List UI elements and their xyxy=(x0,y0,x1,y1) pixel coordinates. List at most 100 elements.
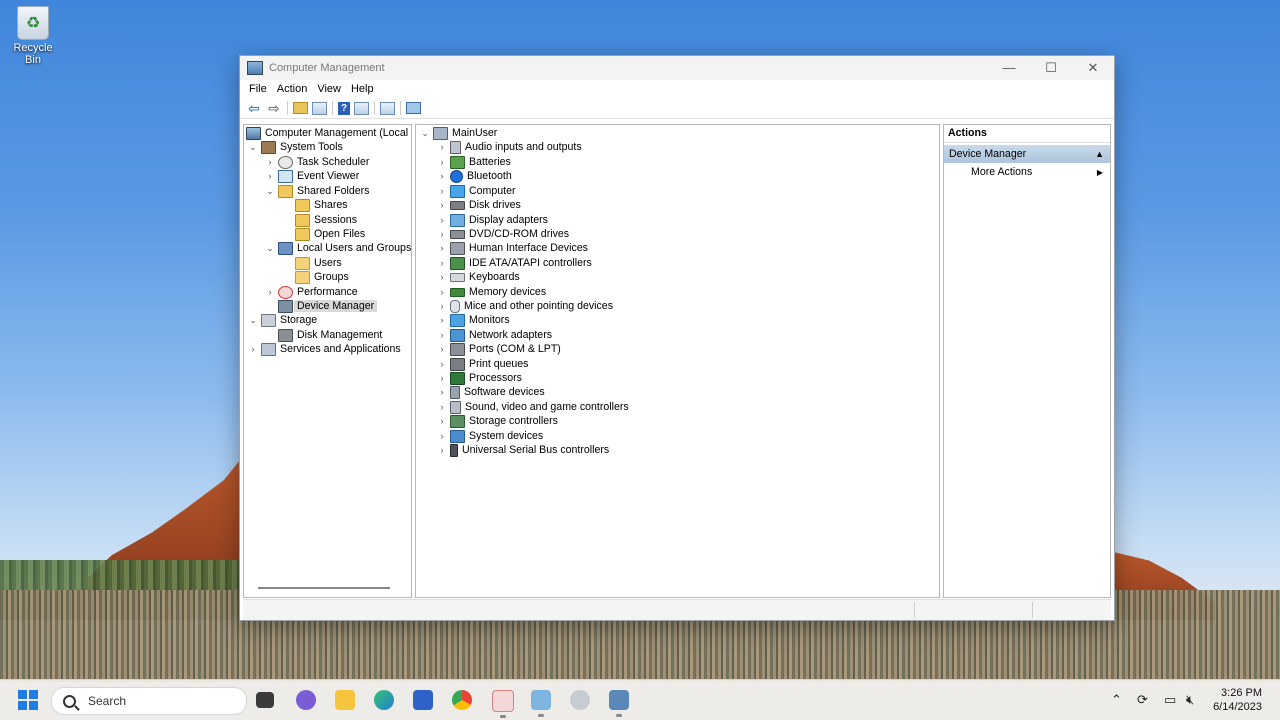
tree-node-users[interactable]: Users xyxy=(295,256,342,270)
chrome-icon[interactable] xyxy=(452,690,472,710)
chevron-right-icon[interactable]: › xyxy=(437,171,447,181)
chevron-down-icon[interactable]: ⌄ xyxy=(248,142,258,153)
file-explorer-icon[interactable] xyxy=(335,690,355,710)
chevron-right-icon[interactable]: › xyxy=(265,171,275,181)
chevron-down-icon[interactable]: ⌄ xyxy=(265,186,275,197)
chevron-right-icon[interactable]: › xyxy=(265,157,275,167)
help-icon[interactable]: ? xyxy=(338,101,350,115)
actions-section-device-manager[interactable]: Device Manager ▲ xyxy=(944,145,1110,163)
device-category[interactable]: › Mice and other pointing devices xyxy=(437,299,613,313)
minimize-button[interactable]: — xyxy=(988,56,1030,80)
chevron-right-icon[interactable]: › xyxy=(437,445,447,455)
chevron-right-icon[interactable]: › xyxy=(437,229,447,239)
chevron-right-icon[interactable]: › xyxy=(437,344,447,354)
show-hide-action-pane-icon[interactable] xyxy=(354,101,369,115)
menu-help[interactable]: Help xyxy=(346,83,379,95)
tree-node-task-scheduler[interactable]: › Task Scheduler xyxy=(265,155,369,169)
device-category[interactable]: › Print queues xyxy=(437,357,528,371)
device-category[interactable]: › Audio inputs and outputs xyxy=(437,140,582,154)
menu-file[interactable]: File xyxy=(244,83,272,95)
sync-icon[interactable]: ⟳ xyxy=(1137,692,1148,708)
task-view-icon[interactable] xyxy=(256,692,274,708)
device-category[interactable]: › Batteries xyxy=(437,155,511,169)
device-category[interactable]: › Bluetooth xyxy=(437,169,512,183)
chevron-right-icon[interactable]: › xyxy=(437,186,447,196)
tree-node-services-and-applications[interactable]: › Services and Applications xyxy=(248,342,401,356)
tree-node-device-manager[interactable]: Device Manager xyxy=(278,299,378,313)
tree-node-sessions[interactable]: Sessions xyxy=(295,213,357,227)
chevron-right-icon[interactable]: › xyxy=(437,142,447,152)
chevron-right-icon[interactable]: › xyxy=(437,287,447,297)
chevron-down-icon[interactable]: ⌄ xyxy=(420,128,430,139)
device-category[interactable]: › Memory devices xyxy=(437,285,547,299)
device-category[interactable]: › Display adapters xyxy=(437,213,548,227)
settings-icon[interactable] xyxy=(570,690,590,710)
chevron-right-icon[interactable]: › xyxy=(437,258,447,268)
horizontal-scrollbar[interactable] xyxy=(258,587,390,589)
chat-icon[interactable] xyxy=(296,690,316,710)
start-button[interactable] xyxy=(18,690,38,710)
chevron-right-icon[interactable]: › xyxy=(437,431,447,441)
chevron-down-icon[interactable]: ⌄ xyxy=(248,315,258,326)
device-category[interactable]: › Computer xyxy=(437,184,516,198)
device-category[interactable]: › Network adapters xyxy=(437,328,552,342)
chevron-right-icon[interactable]: › xyxy=(437,373,447,383)
chevron-right-icon[interactable]: › xyxy=(437,315,447,325)
recycle-bin-desktop-icon[interactable]: Recycle Bin xyxy=(4,6,62,66)
tree-node-shared-folders[interactable]: ⌄ Shared Folders xyxy=(265,184,369,198)
tree-node-shares[interactable]: Shares xyxy=(295,198,348,212)
tree-node-local-users-and-groups[interactable]: ⌄ Local Users and Groups xyxy=(265,241,411,255)
scan-hardware-icon[interactable] xyxy=(380,101,395,115)
device-category[interactable]: › DVD/CD-ROM drives xyxy=(437,227,570,241)
tree-node-event-viewer[interactable]: › Event Viewer xyxy=(265,169,359,183)
menu-action[interactable]: Action xyxy=(272,83,313,95)
tree-node-system-tools[interactable]: ⌄ System Tools xyxy=(248,140,343,154)
chevron-right-icon[interactable]: › xyxy=(437,416,447,426)
volume-muted-icon[interactable]: 🔇︎ xyxy=(1186,692,1194,708)
device-category[interactable]: › Monitors xyxy=(437,313,510,327)
device-category[interactable]: › IDE ATA/ATAPI controllers xyxy=(437,256,592,270)
computer-management-taskbar-icon[interactable] xyxy=(609,690,629,717)
more-actions-item[interactable]: More Actions ▶ xyxy=(944,163,1110,182)
tree-node-storage[interactable]: ⌄ Storage xyxy=(248,313,317,327)
chevron-right-icon[interactable]: › xyxy=(437,359,447,369)
device-category[interactable]: › Ports (COM & LPT) xyxy=(437,342,561,356)
tree-node-groups[interactable]: Groups xyxy=(295,270,349,284)
maximize-button[interactable]: ☐ xyxy=(1030,56,1072,80)
collapse-up-icon[interactable]: ▲ xyxy=(1095,145,1104,163)
monitor-icon[interactable] xyxy=(406,102,421,114)
device-tree-root[interactable]: ⌄ MainUser xyxy=(420,126,497,140)
snipping-tool-icon[interactable] xyxy=(492,690,514,718)
forward-arrow-icon[interactable]: ⇨ xyxy=(266,100,282,116)
chevron-right-icon[interactable]: › xyxy=(437,301,447,311)
chevron-right-icon[interactable]: › xyxy=(437,387,447,397)
tree-node-performance[interactable]: › Performance xyxy=(265,285,358,299)
device-category[interactable]: › Disk drives xyxy=(437,198,521,212)
device-category[interactable]: › Storage controllers xyxy=(437,414,558,428)
remote-desktop-icon[interactable] xyxy=(531,690,551,717)
device-category[interactable]: › Sound, video and game controllers xyxy=(437,400,629,414)
back-arrow-icon[interactable]: ⇦ xyxy=(246,100,262,116)
close-button[interactable]: ✕ xyxy=(1072,56,1114,80)
up-folder-icon[interactable] xyxy=(293,102,308,114)
device-category[interactable]: › Universal Serial Bus controllers xyxy=(437,443,609,457)
chevron-right-icon[interactable]: › xyxy=(437,330,447,340)
device-category[interactable]: › Processors xyxy=(437,371,522,385)
tree-node-computer-management[interactable]: Computer Management (Local xyxy=(246,126,408,140)
chevron-right-icon[interactable]: › xyxy=(437,215,447,225)
taskbar-search-box[interactable]: Search xyxy=(51,687,247,715)
device-category[interactable]: › Software devices xyxy=(437,385,545,399)
tree-node-open-files[interactable]: Open Files xyxy=(295,227,365,241)
title-bar[interactable]: Computer Management — ☐ ✕ xyxy=(240,56,1114,80)
chevron-right-icon[interactable]: › xyxy=(437,200,447,210)
chevron-right-icon[interactable]: › xyxy=(437,243,447,253)
device-category[interactable]: › Keyboards xyxy=(437,270,520,284)
edge-icon[interactable] xyxy=(374,690,394,710)
show-hide-console-tree-icon[interactable] xyxy=(312,101,327,115)
chevron-up-icon[interactable]: ⌃ xyxy=(1111,692,1122,708)
chevron-right-icon[interactable]: › xyxy=(248,344,258,354)
chevron-right-icon[interactable]: › xyxy=(437,402,447,412)
menu-view[interactable]: View xyxy=(312,83,346,95)
chevron-down-icon[interactable]: ⌄ xyxy=(265,243,275,254)
device-category[interactable]: › Human Interface Devices xyxy=(437,241,588,255)
